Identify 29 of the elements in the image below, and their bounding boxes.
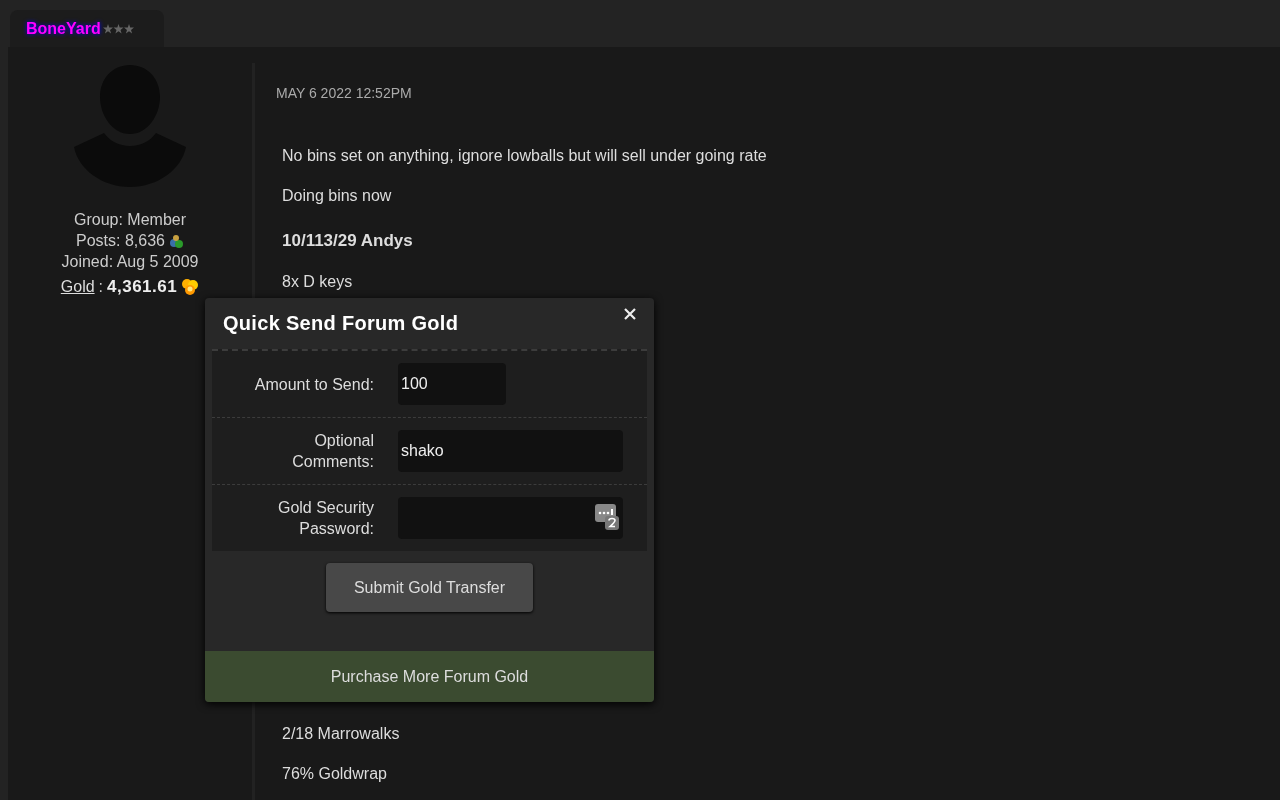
password-manager-icon[interactable]: [595, 504, 619, 532]
field-label: Amount to Send:: [253, 374, 374, 395]
input-field[interactable]: 100: [398, 363, 506, 405]
join-date: Joined: Aug 5 2009: [61, 252, 199, 272]
post-text: No bins set on anything, ignore lowballs but will sell under going rate: [282, 147, 767, 165]
post-text: Doing bins now: [282, 187, 393, 205]
coins-icon: [181, 277, 200, 296]
field-label: Optional Comments:: [291, 431, 374, 472]
orb-icon: [167, 232, 184, 249]
submit-button[interactable]: Submit Gold Transfer: [326, 563, 533, 612]
dialog-title: Quick Send Forum Gold: [223, 312, 459, 335]
close-icon: [624, 308, 636, 320]
member-group: Group: Member: [73, 209, 186, 230]
post-text: 8x D keys: [282, 273, 354, 291]
post-text: 76% Goldwrap: [282, 765, 388, 783]
separator-colon: :: [98, 277, 104, 297]
currency-link[interactable]: Gold: [60, 277, 95, 296]
password-field[interactable]: [398, 497, 623, 539]
close-button[interactable]: [622, 306, 638, 322]
input-field[interactable]: shako: [398, 430, 623, 472]
post-text: 2/18 Marrowalks: [282, 725, 401, 743]
username: BoneYard: [26, 19, 101, 38]
purchase-button[interactable]: Purchase More Forum Gold: [205, 651, 654, 702]
currency-balance: 4,361.61: [107, 276, 178, 297]
rank-stars-icon: [102, 23, 135, 34]
field-label: Gold Security Password:: [276, 498, 374, 539]
post-heading: 10/113/29 Andys: [282, 231, 414, 251]
post-date: MAY 6 2022 12:52PM: [276, 85, 413, 101]
post-count: Posts: 8,636: [76, 230, 184, 251]
